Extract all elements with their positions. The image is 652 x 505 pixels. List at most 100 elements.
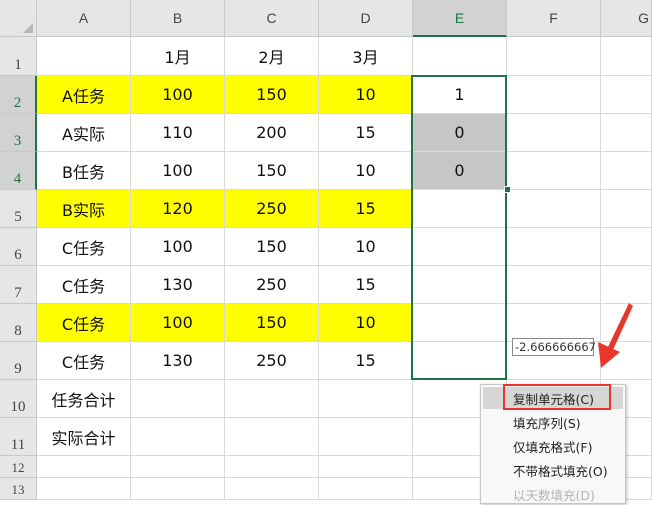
cell-c9[interactable]: 250 — [225, 342, 319, 380]
cell-a13[interactable] — [37, 478, 131, 500]
cell-c8[interactable]: 150 — [225, 304, 319, 342]
cell-b7[interactable]: 130 — [131, 266, 225, 304]
cell-a8[interactable]: C任务 — [37, 304, 131, 342]
row-header-10[interactable]: 10 — [0, 380, 37, 418]
cell-d2[interactable]: 10 — [319, 76, 413, 114]
cell-b2[interactable]: 100 — [131, 76, 225, 114]
cell-b12[interactable] — [131, 456, 225, 478]
cell-a1[interactable] — [37, 37, 131, 76]
cell-d4[interactable]: 10 — [319, 152, 413, 190]
column-header-d[interactable]: D — [319, 0, 413, 37]
row-header-5[interactable]: 5 — [0, 190, 37, 228]
cell-b9[interactable]: 130 — [131, 342, 225, 380]
cell-e3[interactable]: 0 — [413, 114, 507, 152]
cell-b10[interactable] — [131, 380, 225, 418]
cell-c6[interactable]: 150 — [225, 228, 319, 266]
cell-b5[interactable]: 120 — [131, 190, 225, 228]
select-all-corner[interactable] — [0, 0, 37, 37]
cell-d6[interactable]: 10 — [319, 228, 413, 266]
menu-item-fill-formatting-only[interactable]: 仅填充格式(F) — [483, 435, 623, 457]
cell-d3[interactable]: 15 — [319, 114, 413, 152]
cell-d1[interactable]: 3月 — [319, 37, 413, 76]
cell-f4[interactable] — [507, 152, 601, 190]
cell-b1[interactable]: 1月 — [131, 37, 225, 76]
cell-e6[interactable] — [413, 228, 507, 266]
row-header-3[interactable]: 3 — [0, 114, 37, 152]
cell-c11[interactable] — [225, 418, 319, 456]
cell-f2[interactable] — [507, 76, 601, 114]
cell-d13[interactable] — [319, 478, 413, 500]
row-header-2[interactable]: 2 — [0, 76, 37, 114]
cell-b6[interactable]: 100 — [131, 228, 225, 266]
column-header-f[interactable]: F — [507, 0, 601, 37]
cell-e9[interactable] — [413, 342, 507, 380]
cell-f1[interactable] — [507, 37, 601, 76]
column-header-b[interactable]: B — [131, 0, 225, 37]
cell-d7[interactable]: 15 — [319, 266, 413, 304]
cell-c13[interactable] — [225, 478, 319, 500]
cell-d11[interactable] — [319, 418, 413, 456]
cell-d9[interactable]: 15 — [319, 342, 413, 380]
cell-e5[interactable] — [413, 190, 507, 228]
cell-f6[interactable] — [507, 228, 601, 266]
cell-g5[interactable] — [601, 190, 652, 228]
cell-f3[interactable] — [507, 114, 601, 152]
cell-e4[interactable]: 0 — [413, 152, 507, 190]
cell-d12[interactable] — [319, 456, 413, 478]
cell-e2[interactable]: 1 — [413, 76, 507, 114]
cell-b4[interactable]: 100 — [131, 152, 225, 190]
cell-a9[interactable]: C任务 — [37, 342, 131, 380]
cell-a3[interactable]: A实际 — [37, 114, 131, 152]
row-header-9[interactable]: 9 — [0, 342, 37, 380]
cell-c3[interactable]: 200 — [225, 114, 319, 152]
cell-e1[interactable] — [413, 37, 507, 76]
menu-item-copy-cells[interactable]: 复制单元格(C) — [483, 387, 623, 409]
cell-c10[interactable] — [225, 380, 319, 418]
cell-a7[interactable]: C任务 — [37, 266, 131, 304]
cell-g4[interactable] — [601, 152, 652, 190]
row-header-11[interactable]: 11 — [0, 418, 37, 456]
row-header-1[interactable]: 1 — [0, 37, 37, 76]
cell-c7[interactable]: 250 — [225, 266, 319, 304]
cell-b8[interactable]: 100 — [131, 304, 225, 342]
row-header-8[interactable]: 8 — [0, 304, 37, 342]
column-header-g[interactable]: G — [601, 0, 652, 37]
cell-g1[interactable] — [601, 37, 652, 76]
menu-item-fill-without-formatting[interactable]: 不带格式填充(O) — [483, 459, 623, 481]
cell-c5[interactable]: 250 — [225, 190, 319, 228]
cell-a5[interactable]: B实际 — [37, 190, 131, 228]
cell-c4[interactable]: 150 — [225, 152, 319, 190]
cell-f8[interactable] — [507, 304, 601, 342]
cell-b13[interactable] — [131, 478, 225, 500]
cell-a10[interactable]: 任务合计 — [37, 380, 131, 418]
cell-a12[interactable] — [37, 456, 131, 478]
cell-e7[interactable] — [413, 266, 507, 304]
cell-g2[interactable] — [601, 76, 652, 114]
cell-g7[interactable] — [601, 266, 652, 304]
cell-b11[interactable] — [131, 418, 225, 456]
cell-d5[interactable]: 15 — [319, 190, 413, 228]
column-header-c[interactable]: C — [225, 0, 319, 37]
row-header-6[interactable]: 6 — [0, 228, 37, 266]
cell-f7[interactable] — [507, 266, 601, 304]
cell-g3[interactable] — [601, 114, 652, 152]
column-header-a[interactable]: A — [37, 0, 131, 37]
row-header-12[interactable]: 12 — [0, 456, 37, 478]
cell-c2[interactable]: 150 — [225, 76, 319, 114]
row-header-7[interactable]: 7 — [0, 266, 37, 304]
column-header-e[interactable]: E — [413, 0, 507, 37]
row-header-4[interactable]: 4 — [0, 152, 37, 190]
cell-f5[interactable] — [507, 190, 601, 228]
fill-handle[interactable] — [504, 186, 511, 193]
menu-item-fill-series[interactable]: 填充序列(S) — [483, 411, 623, 433]
cell-c1[interactable]: 2月 — [225, 37, 319, 76]
cell-e8[interactable] — [413, 304, 507, 342]
cell-d10[interactable] — [319, 380, 413, 418]
row-header-13[interactable]: 13 — [0, 478, 37, 500]
cell-b3[interactable]: 110 — [131, 114, 225, 152]
cell-a11[interactable]: 实际合计 — [37, 418, 131, 456]
cell-c12[interactable] — [225, 456, 319, 478]
cell-a6[interactable]: C任务 — [37, 228, 131, 266]
cell-a4[interactable]: B任务 — [37, 152, 131, 190]
cell-a2[interactable]: A任务 — [37, 76, 131, 114]
